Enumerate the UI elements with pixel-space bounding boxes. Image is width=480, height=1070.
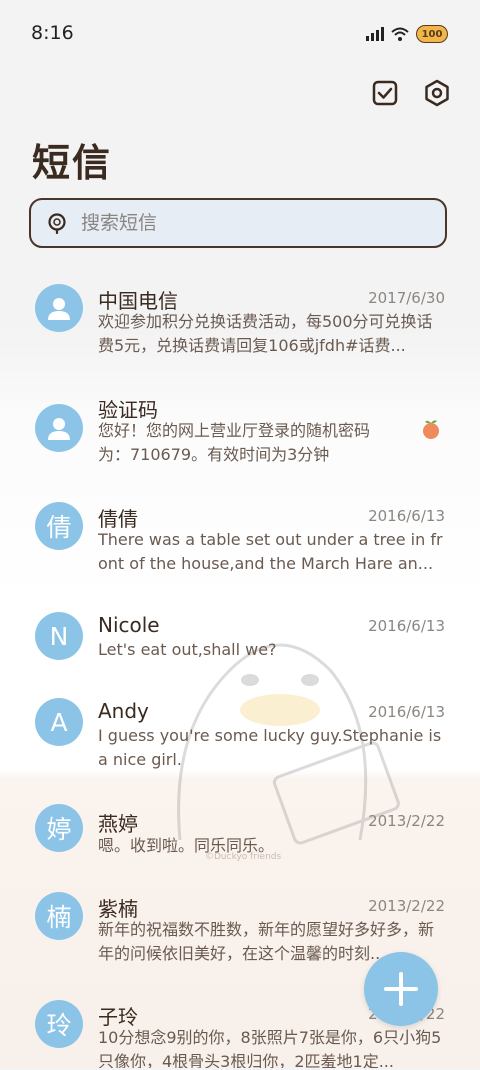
message-date: 2016/6/13 [368, 703, 445, 721]
message-snippet: 您好！您的网上营业厅登录的随机密码为：710679。有效时间为3分钟 [98, 421, 371, 464]
message-snippet: There was a table set out under a tree i… [98, 530, 443, 573]
message-snippet: 欢迎参加积分兑换话费活动，每500分可兑换话费5元，兑换话费请回复106或jfd… [98, 312, 433, 355]
contact-avatar: 玲 [35, 1000, 83, 1048]
contact-avatar: A [35, 698, 83, 746]
contact-avatar: 楠 [35, 892, 83, 940]
message-snippet: 嗯。收到啦。同乐同乐。 [98, 836, 275, 855]
status-time: 8:16 [31, 22, 74, 44]
message-snippet: I guess you're some lucky guy.Stephanie … [98, 726, 442, 769]
top-actions [370, 78, 452, 108]
settings-icon[interactable] [422, 78, 452, 108]
message-snippet: Let's eat out,shall we? [98, 640, 277, 659]
message-date: 2016/6/13 [368, 617, 445, 635]
person-icon [48, 298, 70, 320]
message-row[interactable]: 验证码 您好！您的网上营业厅登录的随机密码为：710679。有效时间为3分钟 [0, 384, 480, 494]
wifi-icon [391, 27, 409, 41]
message-row[interactable]: 中国电信 2017/6/30 欢迎参加积分兑换话费活动，每500分可兑换话费5元… [0, 274, 480, 384]
contact-name: 燕婷 [98, 812, 138, 836]
contact-avatar [35, 284, 83, 332]
new-message-button[interactable] [364, 952, 438, 1026]
status-bar: 8:16 100 [0, 0, 480, 66]
message-snippet: 10分想念9别的你，8张照片7张是你，6只小狗5只像你，4根骨头3根归你，2匹羞… [98, 1028, 442, 1068]
message-row[interactable]: N Nicole 2016/6/13 Let's eat out,shall w… [0, 604, 480, 684]
contact-name: Nicole [98, 613, 160, 637]
contact-avatar: 婷 [35, 804, 83, 852]
contact-avatar [35, 404, 83, 452]
plus-icon [384, 972, 418, 1006]
contact-avatar: 倩 [35, 502, 83, 550]
message-row[interactable]: A Andy 2016/6/13 I guess you're some luc… [0, 690, 480, 800]
message-date: 2013/2/22 [368, 897, 445, 915]
contact-avatar: N [35, 612, 83, 660]
select-checkbox-icon[interactable] [370, 78, 400, 108]
signal-icon [366, 27, 384, 41]
message-row[interactable]: 婷 燕婷 2013/2/22 嗯。收到啦。同乐同乐。 [0, 804, 480, 884]
page-title: 短信 [32, 141, 113, 185]
status-icons: 100 [366, 24, 448, 44]
message-date: 2017/6/30 [368, 289, 445, 307]
message-row[interactable]: 倩 倩倩 2016/6/13 There was a table set out… [0, 494, 480, 604]
search-bar[interactable] [29, 198, 447, 248]
contact-name: Andy [98, 699, 149, 723]
battery-icon: 100 [416, 25, 448, 43]
message-date: 2013/2/22 [368, 812, 445, 830]
message-date: 2016/6/13 [368, 507, 445, 525]
fruit-sticker-icon [423, 420, 439, 439]
person-icon [48, 418, 70, 440]
search-icon [48, 213, 66, 234]
search-input[interactable] [79, 211, 423, 235]
